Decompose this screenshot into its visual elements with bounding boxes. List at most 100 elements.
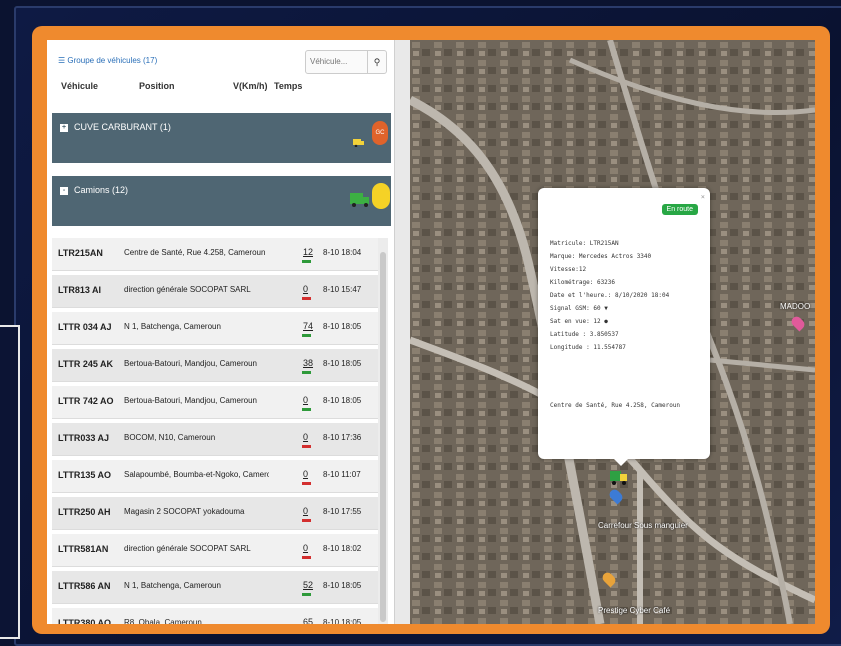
vehicle-id: LTTR581AN bbox=[58, 544, 109, 554]
vehicle-speed: 74 bbox=[303, 321, 314, 331]
vehicle-speed: 0 bbox=[303, 284, 309, 294]
vehicle-time: 8-10 18:05 bbox=[323, 581, 362, 590]
search-icon[interactable]: ⚲ bbox=[367, 51, 386, 73]
vehicle-speed: 0 bbox=[303, 469, 309, 479]
vehicle-id: LTTR 742 AO bbox=[58, 396, 114, 406]
vehicle-id: LTTR 034 AJ bbox=[58, 322, 112, 332]
vehicle-time: 8-10 18:05 bbox=[323, 396, 362, 405]
vehicle-id: LTTR586 AN bbox=[58, 581, 111, 591]
status-badge: En route bbox=[661, 204, 698, 215]
info-line: Vitesse:12 bbox=[550, 266, 587, 273]
vehicle-position: Centre de Santé, Rue 4.258, Cameroun bbox=[124, 248, 266, 257]
list-icon: ☰ bbox=[58, 56, 68, 65]
vehicle-time: 8-10 17:55 bbox=[323, 507, 362, 516]
map-label: Carrefour Sous manguier bbox=[598, 521, 688, 530]
signal-icon: ▼ bbox=[604, 305, 608, 312]
vehicle-search-input[interactable] bbox=[306, 51, 372, 72]
info-line: Date et l'heure.: 8/10/2020 18:04 bbox=[550, 292, 670, 299]
table-row[interactable]: LTTR 245 AK Bertoua-Batouri, Mandjou, Cam… bbox=[52, 349, 378, 382]
vehicle-position: direction générale SOCOPAT SARL bbox=[124, 285, 251, 294]
speed-status-bar bbox=[302, 297, 311, 300]
vehicle-speed: 0 bbox=[303, 395, 309, 405]
vehicle-group-title[interactable]: ☰ Groupe de véhicules (17) bbox=[58, 56, 157, 65]
side-panel-edge bbox=[0, 325, 20, 639]
speed-status-bar bbox=[302, 371, 311, 374]
vehicle-speed: 12 bbox=[303, 247, 314, 257]
vehicle-position: R8, Obala, Cameroun bbox=[124, 618, 202, 624]
vehicle-id: LTTR135 AO bbox=[58, 470, 112, 480]
table-row[interactable]: LTTR586 AN N 1, Batchenga, Cameroun 52 8-10… bbox=[52, 571, 378, 604]
vehicle-time: 8-10 18:05 bbox=[323, 618, 362, 624]
vehicle-marker-icon[interactable] bbox=[609, 468, 629, 486]
speed-status-bar bbox=[302, 445, 311, 448]
group-cuve-carburant[interactable]: + CUVE CARBURANT (1) GC bbox=[52, 113, 391, 163]
speed-status-bar bbox=[302, 260, 311, 263]
vehicle-position: Bertoua-Batouri, Mandjou, Cameroun bbox=[124, 359, 257, 368]
vehicle-time: 8-10 11:07 bbox=[323, 470, 361, 479]
info-line: Latitude : 3.850537 bbox=[550, 331, 619, 338]
vehicle-time: 8-10 18:05 bbox=[323, 322, 362, 331]
info-line: Sat en vue: 12 ● bbox=[550, 318, 608, 325]
vehicle-position: Bertoua-Batouri, Mandjou, Cameroun bbox=[124, 396, 257, 405]
speed-status-bar bbox=[302, 593, 311, 596]
info-line: Signal GSM: 60 ▼ bbox=[550, 305, 608, 312]
vehicle-time: 8-10 18:04 bbox=[323, 248, 362, 257]
column-header-speed[interactable]: V(Km/h) bbox=[233, 81, 268, 91]
vehicle-time: 8-10 17:36 bbox=[323, 433, 362, 442]
table-row[interactable]: LTTR250 AH Magasin 2 SOCOPAT yokadouma 0 8-… bbox=[52, 497, 378, 530]
vehicle-position: N 1, Batchenga, Cameroun bbox=[124, 322, 221, 331]
vehicle-id: LTTR250 AH bbox=[58, 507, 111, 517]
table-row[interactable]: LTTR581AN direction générale SOCOPAT SARL… bbox=[52, 534, 378, 567]
map-label: MADOO bbox=[780, 302, 811, 311]
group-badge: GC bbox=[372, 121, 388, 145]
fuel-truck-icon bbox=[353, 139, 364, 147]
scrollbar-thumb[interactable] bbox=[380, 252, 386, 622]
info-line: Longitude : 11.554787 bbox=[550, 344, 626, 351]
vehicle-time: 8-10 15:47 bbox=[323, 285, 362, 294]
vehicle-speed: 0 bbox=[303, 506, 309, 516]
list-scrollbar[interactable] bbox=[378, 238, 388, 624]
vehicle-speed: 38 bbox=[303, 358, 314, 368]
vehicle-search-box: ⚲ bbox=[305, 50, 387, 74]
vehicle-time: 8-10 18:05 bbox=[323, 359, 362, 368]
panel-divider[interactable] bbox=[394, 40, 411, 624]
vehicle-id: LTTR033 AJ bbox=[58, 433, 110, 443]
vehicle-position: Salapoumbé, Boumba-et-Ngoko, Cameroun bbox=[124, 470, 269, 479]
vehicle-position: BOCOM, N10, Cameroun bbox=[124, 433, 216, 442]
vehicle-position: N 1, Batchenga, Cameroun bbox=[124, 581, 221, 590]
column-header-time[interactable]: Temps bbox=[274, 81, 302, 91]
info-line: Marque: Mercedes Actros 3340 bbox=[550, 253, 652, 260]
vehicle-speed: 65 bbox=[303, 617, 314, 624]
location-icon: ● bbox=[604, 318, 608, 325]
vehicle-speed: 0 bbox=[303, 432, 309, 442]
speed-status-bar bbox=[302, 408, 311, 411]
table-row[interactable]: LTR215AN Centre de Santé, Rue 4.258, Came… bbox=[52, 238, 378, 271]
satellite-map[interactable]: × En route Matricule: LTR215AN Marque: M… bbox=[410, 40, 815, 624]
speed-status-bar bbox=[302, 482, 311, 485]
map-label: Prestige Cyber Café bbox=[598, 606, 671, 615]
collapse-icon[interactable]: - bbox=[60, 187, 68, 195]
column-header-position[interactable]: Position bbox=[139, 81, 175, 91]
vehicle-time: 8-10 18:02 bbox=[323, 544, 362, 553]
speed-status-bar bbox=[302, 519, 311, 522]
table-row[interactable]: LTR813 AI direction générale SOCOPAT SARL… bbox=[52, 275, 378, 308]
table-row[interactable]: LTTR 034 AJ N 1, Batchenga, Cameroun 74 8-1… bbox=[52, 312, 378, 345]
vehicle-speed: 0 bbox=[303, 543, 309, 553]
vehicle-list-panel: ☰ Groupe de véhicules (17) ⚲ Véhicule Po… bbox=[47, 40, 394, 624]
speed-status-bar bbox=[302, 334, 311, 337]
vehicle-position: direction générale SOCOPAT SARL bbox=[124, 544, 251, 553]
table-row[interactable]: LTTR 742 AO Bertoua-Batouri, Mandjou, Cam… bbox=[52, 386, 378, 419]
table-row[interactable]: LTTR033 AJ BOCOM, N10, Cameroun 0 8-10 17:3… bbox=[52, 423, 378, 456]
group-camions[interactable]: - Camions (12) bbox=[52, 176, 391, 226]
expand-icon[interactable]: + bbox=[60, 124, 68, 132]
vehicle-speed: 52 bbox=[303, 580, 314, 590]
vehicle-id: LTR813 AI bbox=[58, 285, 102, 295]
vehicle-info-popup: × En route Matricule: LTR215AN Marque: M… bbox=[538, 188, 710, 466]
vehicle-id: LTTR380 AO bbox=[58, 618, 112, 624]
vehicle-id: LTTR 245 AK bbox=[58, 359, 114, 369]
column-header-vehicle[interactable]: Véhicule bbox=[61, 81, 98, 91]
table-row[interactable]: LTTR380 AO R8, Obala, Cameroun 65 8-10 18:0… bbox=[52, 608, 378, 624]
popup-address: Centre de Santé, Rue 4.258, Cameroun bbox=[550, 402, 681, 409]
close-icon[interactable]: × bbox=[701, 193, 705, 201]
table-row[interactable]: LTTR135 AO Salapoumbé, Boumba-et-Ngoko, C… bbox=[52, 460, 378, 493]
